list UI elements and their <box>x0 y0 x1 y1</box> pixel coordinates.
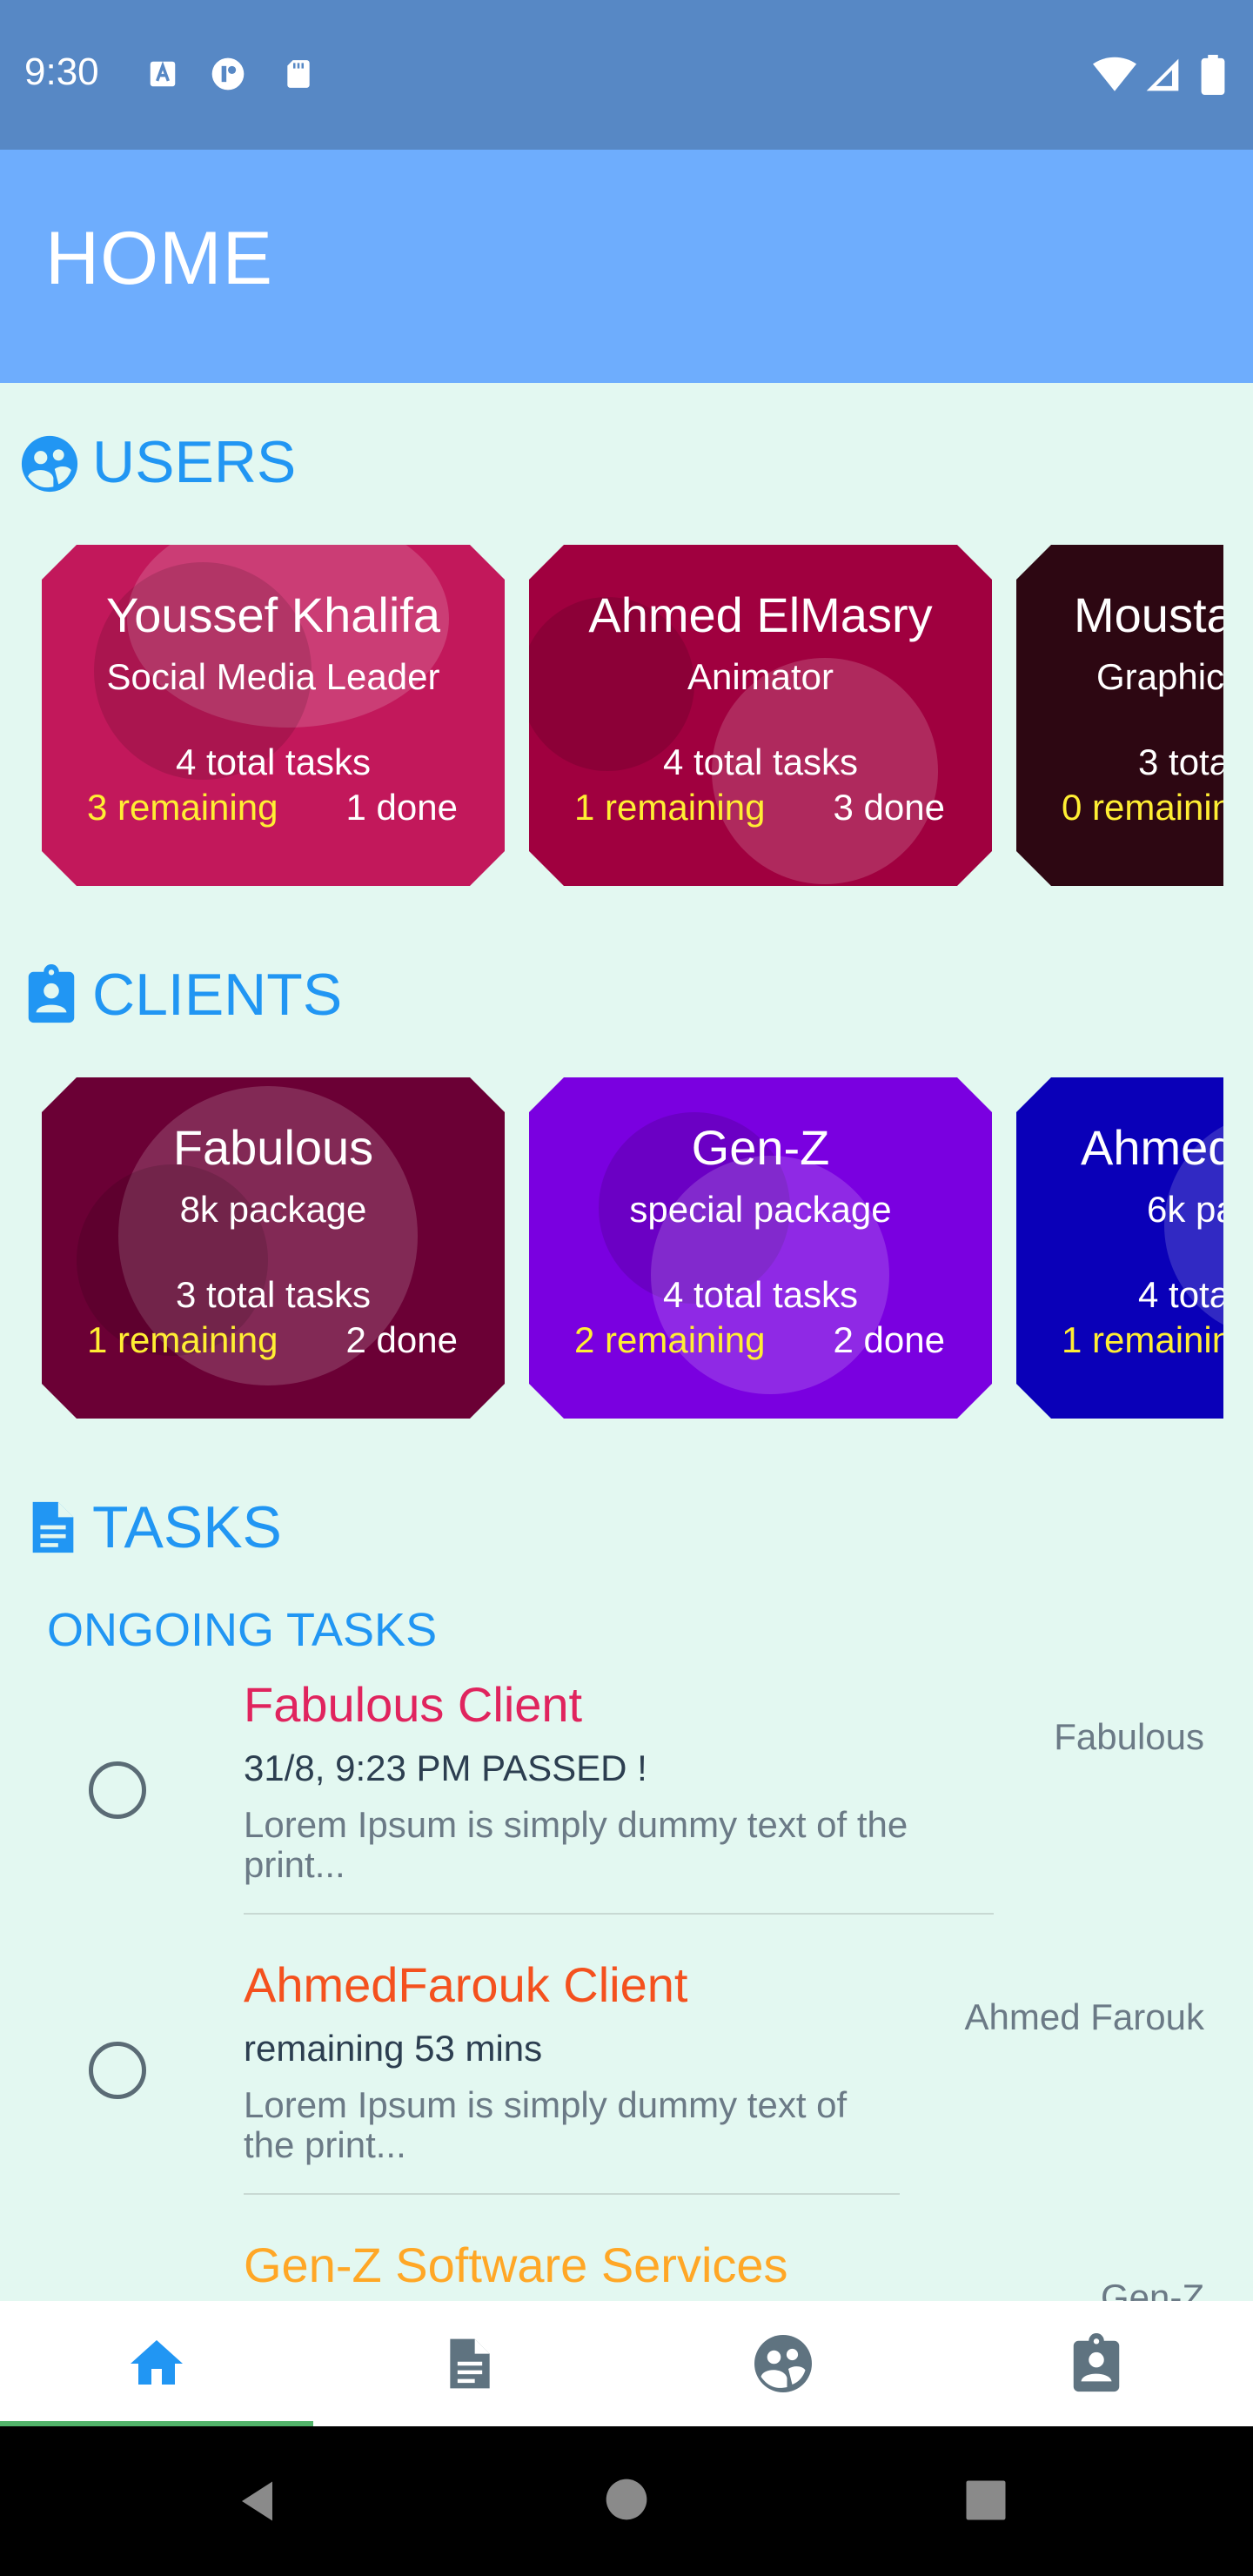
users-carousel[interactable]: Youssef Khalifa Social Media Leader 4 to… <box>42 545 1223 893</box>
record-icon <box>211 57 245 91</box>
sd-card-icon <box>287 60 310 88</box>
task-complete-radio[interactable] <box>89 1761 146 1819</box>
task-description: Lorem Ipsum is simply dummy text of the … <box>244 2084 848 2165</box>
client-package: 6k package <box>1147 1189 1223 1230</box>
back-icon[interactable] <box>233 2475 285 2527</box>
user-card[interactable]: Youssef Khalifa Social Media Leader 4 to… <box>42 545 505 886</box>
task-client: Ahmed Farouk <box>964 1996 1204 2037</box>
user-total-tasks: 3 total tasks <box>1138 741 1223 782</box>
battery-icon <box>1201 55 1225 95</box>
client-total-tasks: 4 total tasks <box>662 1274 859 1315</box>
a-badge-icon <box>150 61 176 87</box>
recents-icon[interactable] <box>962 2477 1009 2524</box>
bottom-navigation <box>0 2301 1253 2426</box>
task-item[interactable]: Gen-Z Software Services Gen-Z <box>0 2231 1253 2301</box>
status-bar <box>0 0 1253 150</box>
task-client: Fabulous <box>1054 1716 1204 1757</box>
client-name: Ahmed Farouk <box>1081 1120 1223 1175</box>
task-client: Gen-Z <box>1100 2277 1204 2301</box>
client-package: special package <box>629 1189 892 1230</box>
user-card[interactable]: Moustafa Graphic Designer 3 total tasks … <box>1016 545 1223 886</box>
user-total-tasks: 4 total tasks <box>662 741 859 782</box>
page-title: HOME <box>45 217 273 300</box>
divider <box>244 2193 900 2195</box>
client-card[interactable]: Gen-Z special package 4 total tasks 2 re… <box>529 1077 992 1419</box>
user-done-tasks: 1 done <box>345 787 458 828</box>
user-done-tasks: 3 done <box>833 787 945 828</box>
nav-users[interactable] <box>626 2301 940 2426</box>
user-role: Social Media Leader <box>106 656 440 697</box>
user-remaining-tasks: 3 remaining <box>87 787 278 828</box>
client-done-tasks: 2 done <box>345 1319 458 1360</box>
user-name: Youssef Khalifa <box>106 587 440 642</box>
divider <box>244 1913 994 1915</box>
user-name: Ahmed ElMasry <box>588 587 933 642</box>
client-name: Fabulous <box>172 1120 374 1175</box>
status-time: 9:30 <box>24 50 99 93</box>
client-remaining-tasks: 1 remaining <box>87 1319 278 1360</box>
clients-section-title: CLIENTS <box>92 962 343 1028</box>
users-icon <box>21 435 78 493</box>
user-name: Moustafa <box>1074 587 1223 642</box>
client-total-tasks: 3 total tasks <box>175 1274 372 1315</box>
document-icon <box>32 1501 74 1553</box>
client-remaining-tasks: 1 remaining <box>1062 1319 1223 1360</box>
users-nav-icon <box>754 2335 812 2392</box>
user-total-tasks: 4 total tasks <box>175 741 372 782</box>
nav-clients[interactable] <box>940 2301 1253 2426</box>
task-time: remaining 53 mins <box>244 2028 543 2069</box>
client-remaining-tasks: 2 remaining <box>574 1319 766 1360</box>
client-badge-icon <box>28 964 75 1023</box>
task-complete-radio[interactable] <box>89 2042 146 2099</box>
client-total-tasks: 4 total tasks <box>1138 1274 1223 1315</box>
task-time: 31/8, 9:23 PM PASSED ! <box>244 1748 647 1788</box>
home-icon <box>131 2340 183 2385</box>
user-card[interactable]: Ahmed ElMasry Animator 4 total tasks 1 r… <box>529 545 992 886</box>
task-title: Gen-Z Software Services <box>244 2237 788 2292</box>
signal-icon <box>1146 58 1179 91</box>
client-done-tasks: 2 done <box>833 1319 945 1360</box>
tasks-document-icon <box>450 2338 490 2389</box>
client-card[interactable]: Fabulous 8k package 3 total tasks 1 rema… <box>42 1077 505 1419</box>
task-item[interactable]: AhmedFarouk Client remaining 53 mins Lor… <box>0 1951 1253 2231</box>
home-circle-icon[interactable] <box>602 2475 651 2524</box>
ongoing-tasks-label: ONGOING TASKS <box>47 1604 438 1656</box>
nav-tasks[interactable] <box>313 2301 626 2426</box>
tasks-section-title: TASKS <box>92 1494 282 1560</box>
client-package: 8k package <box>179 1189 367 1230</box>
nav-home[interactable] <box>0 2301 313 2426</box>
users-section-title: USERS <box>92 429 297 495</box>
user-remaining-tasks: 1 remaining <box>574 787 766 828</box>
system-navigation-bar <box>0 2426 1253 2576</box>
user-role: Graphic Designer <box>1096 656 1223 697</box>
client-name: Gen-Z <box>691 1120 830 1175</box>
task-title: Fabulous Client <box>244 1677 583 1732</box>
clients-badge-icon <box>1073 2333 1120 2392</box>
user-remaining-tasks: 0 remaining <box>1062 787 1223 828</box>
client-card[interactable]: Ahmed Farouk 6k package 4 total tasks 1 … <box>1016 1077 1223 1419</box>
task-title: AhmedFarouk Client <box>244 1957 688 2012</box>
wifi-icon <box>1093 57 1136 91</box>
user-role: Animator <box>687 656 834 697</box>
clients-carousel[interactable]: Fabulous 8k package 3 total tasks 1 rema… <box>42 1077 1223 1426</box>
task-item[interactable]: Fabulous Client 31/8, 9:23 PM PASSED ! L… <box>0 1671 1253 1951</box>
task-description: Lorem Ipsum is simply dummy text of the … <box>244 1804 908 1885</box>
